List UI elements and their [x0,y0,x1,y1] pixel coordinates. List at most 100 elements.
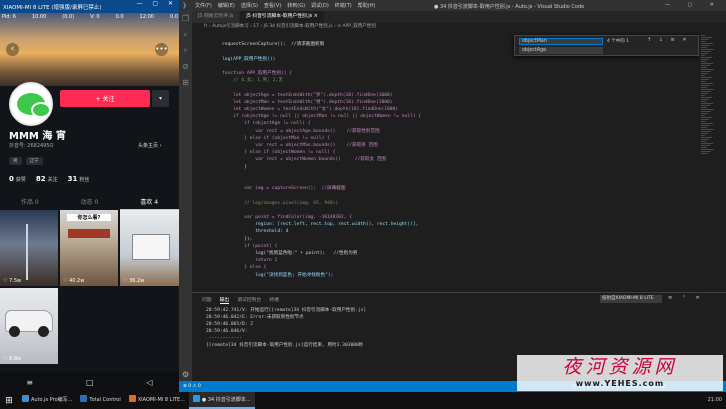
video-thumbnail[interactable]: ♡ 36.2w [120,210,179,286]
code-line[interactable]: log("没找到蓝色; 开始寻找粉色"); [192,272,713,279]
panel-actions[interactable]: ≡ ⌃ ✕ [668,295,704,301]
breadcrumb[interactable]: fr › Autojs引流脚本习 › 17 › JS 34 抖音引流脚本-取用户… [192,23,726,31]
menu-icon[interactable]: ≡ [26,378,33,387]
video-grid: ♡ 7.5w 你怎么看? ♡ 40.2w ♡ 36.2w ♡ 6.8w [0,210,179,370]
extensions-icon[interactable]: ⊞ [179,75,192,91]
toutiao-homepage-link[interactable]: 头条主页 › [138,142,162,149]
stat-likes[interactable]: 0 获赞 [9,175,26,183]
tab-netease-comments[interactable]: JS 网易云热评.js [192,11,241,23]
code-line[interactable]: threshold: 4 [192,228,713,235]
code-line[interactable] [192,207,713,214]
stat-followers[interactable]: 31 粉丝 [68,175,90,183]
back-button[interactable]: ‹ [6,43,19,56]
avatar[interactable] [9,82,53,126]
code-text: var img = captureScreen(); //屏幕截图 [222,186,346,192]
code-line[interactable]: } else if (objectMan != null) { [192,135,713,142]
problems-count[interactable]: ⊗ 0 ⚠ 0 [183,384,201,389]
panel-tab-debug-console[interactable]: 调试控制台 [237,296,261,304]
menu-item[interactable]: 编辑(E) [218,2,235,9]
menu-item[interactable]: 帮助(H) [358,2,376,9]
settings-gear-icon[interactable]: ⚙ [182,370,189,379]
douyin-id: 抖音号: 2682495O [9,143,54,149]
code-line[interactable] [192,178,713,185]
tab-works[interactable]: 作品 0 [0,197,60,209]
menu-item[interactable]: 选择(S) [241,2,258,9]
code-line[interactable] [192,171,713,178]
follow-dropdown-button[interactable]: ▾ [152,90,169,107]
editor-tabs: JS 网易云热评.js JS 抖音引流脚本-取用户性别.js × [192,11,726,23]
source-control-icon[interactable]: ⑂ [179,43,192,59]
code-line[interactable]: if (point) { [192,243,713,250]
tab-posts[interactable]: 动态 0 [60,197,120,209]
find-input[interactable]: objectMan [519,38,603,45]
more-button[interactable]: ••• [155,43,168,56]
code-line[interactable]: return 1 [192,257,713,264]
explorer-icon[interactable]: ❐ [179,11,192,27]
code-line[interactable]: log("找到蓝色啦:" + point); //性别为男 [192,250,713,257]
code-line[interactable]: var point = findColor(img, -16148382, { [192,214,713,221]
window-controls[interactable]: — ▢ ✕ [665,2,722,8]
menu-item[interactable]: 终端(T) [335,2,352,9]
output-log: 20:59:42.741/V: 开始运行[[remote]34 抖音引流脚本-取… [206,307,366,349]
panel-tab-problems[interactable]: 问题 [202,296,212,304]
video-thumbnail[interactable]: ♡ 6.8w [0,288,58,364]
code-line[interactable]: } else { [192,264,713,271]
tab-likes[interactable]: 喜欢 4 [119,197,179,209]
vscode-title-bar: ❱ 文件(F) 编辑(E) 选择(S) 查看(V) 转到(G) 调试(D) 终端(T) 帮助(… [179,0,726,11]
log-line: 20:59:46.065/D: 2 [206,322,254,327]
code-line[interactable]: }); [192,236,713,243]
code-line[interactable]: let objectWomen = textEndsWith("女").dept… [192,106,713,113]
code-line[interactable]: var rect = objectWomen.bounds() //获取女 范围 [192,156,713,163]
code-editor[interactable]: requestScreenCapture(); //请求截图权限 log(APP_… [192,34,713,290]
panel-tab-terminal[interactable]: 终端 [269,296,279,304]
taskbar-item-vscode[interactable]: ● 34 抖音引流脚本... [188,392,255,409]
menu-item[interactable]: 查看(V) [264,2,281,9]
menu-item[interactable]: 转到(G) [287,2,305,9]
follow-button[interactable]: + 关注 [60,90,150,107]
back-triangle-icon[interactable]: ◁ [146,378,152,387]
code-line[interactable]: // log(images.pixel(img, 65, 940)) [192,200,713,207]
code-text: } else if (objectMan != null) { [222,135,330,141]
code-line[interactable] [192,192,713,199]
code-line[interactable]: var rect = objectAge.bounds() //获取性别范围 [192,128,713,135]
code-line[interactable]: if (objectAge != null || objectMan != nu… [192,113,713,120]
code-line[interactable]: // 0,女; 1,男; 2,无 [192,77,713,84]
windows-start-icon[interactable]: ⊞ [0,396,18,406]
search-icon[interactable]: ⌕ [179,27,192,43]
find-controls[interactable]: ↑ ↓ ≡ ✕ [647,37,690,43]
stat-following[interactable]: 82 关注 [36,175,58,183]
screen: XIAOMI-MI 8 LITE (增强版/录屏已禁止) — ▢ ✕ Pid: … [0,0,726,409]
code-line[interactable]: let objectAge = textEndsWith("岁").depth(… [192,92,713,99]
output-channel-select[interactable]: 投射自XIAOMI-MI 8 LITE [600,295,662,303]
code-line[interactable]: region: [rect.left, rect.top, rect.width… [192,221,713,228]
code-line[interactable]: let objectMan = textEndsWith("男").depth(… [192,99,713,106]
like-count: ♡ 36.2w [123,278,145,284]
code-line[interactable]: log(APP_取用户性别()) [192,56,713,63]
debug-icon[interactable]: ⊘ [179,59,192,75]
code-line[interactable]: } else if (objectWomen != null) { [192,149,713,156]
gender-tag: 男 [9,157,22,165]
code-line[interactable]: } [192,164,713,171]
code-line[interactable]: var img = captureScreen(); //屏幕截图 [192,185,713,192]
taskbar-item-total-control[interactable]: Total Control [76,392,124,409]
panel-tab-output[interactable]: 输出 [219,296,230,304]
taskbar-item-phone-mirror[interactable]: XIAOMI-MI 8 LITE... [125,392,189,409]
menu-item[interactable]: 文件(F) [195,2,212,9]
code-line[interactable] [192,63,713,70]
replace-input[interactable]: objectAge [519,47,603,54]
mirror-window-controls[interactable]: — ▢ ✕ [136,0,177,7]
code-line[interactable] [192,84,713,91]
phone-status-bar: Pid: 6 10.00 (0.0) V: 0 0.0 12:00 0.0 [2,14,178,20]
minimap[interactable] [699,34,715,290]
menu-item[interactable]: 调试(D) [311,2,329,9]
home-icon[interactable]: □ [86,378,94,387]
code-text: if (point) { [222,243,278,249]
code-line[interactable]: function APP_取用户性别() { [192,70,713,77]
taskbar-item-autojs[interactable]: Auto.js Pro编写... [18,392,76,409]
tab-douyin-gender-script[interactable]: JS 抖音引流脚本-取用户性别.js × [240,11,325,23]
code-line[interactable]: if (objectAge != null) { [192,120,713,127]
code-line[interactable]: var rect = objectMan.bounds() //获取男 范围 [192,142,713,149]
video-thumbnail[interactable]: 你怎么看? ♡ 40.2w [60,210,118,286]
log-line: ------------ [206,336,242,341]
video-thumbnail[interactable]: ♡ 7.5w [0,210,58,286]
